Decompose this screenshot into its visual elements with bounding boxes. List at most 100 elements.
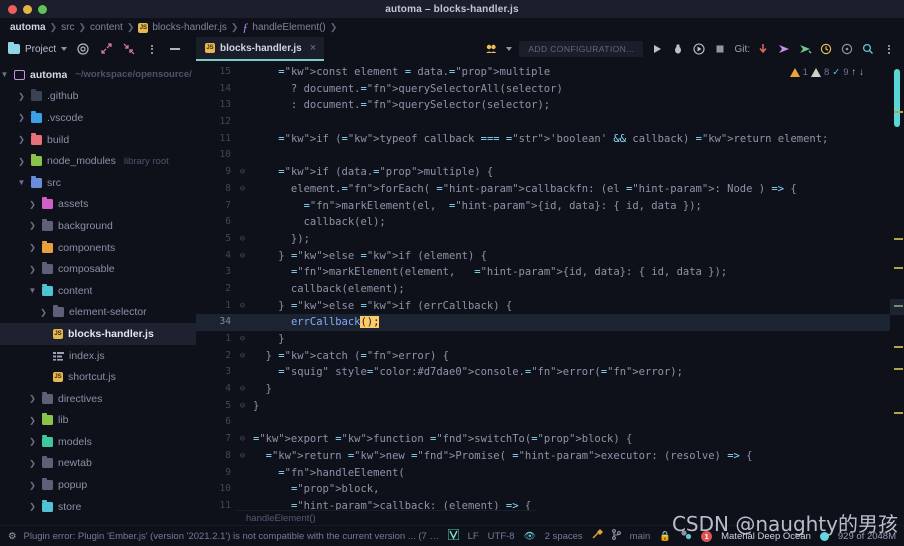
line-number[interactable]: 5 — [196, 398, 236, 415]
run-configuration-selector[interactable]: ADD CONFIGURATION... — [519, 41, 644, 57]
line-number[interactable]: 14 — [196, 81, 236, 98]
editor-scrollbar[interactable] — [890, 61, 904, 525]
hide-panel-icon[interactable] — [168, 42, 182, 56]
code-line[interactable]: ="kw">export ="kw">function ="fnd">switc… — [249, 431, 890, 448]
chevron-down-icon[interactable]: ▼ — [28, 286, 37, 295]
code-line[interactable]: ="squig" style="color:#d7dae0">console.=… — [249, 364, 890, 381]
code-line[interactable]: ? document.="fn">querySelectorAll(select… — [249, 81, 890, 98]
chevron-down-icon[interactable]: ▼ — [17, 178, 26, 187]
line-number[interactable]: 7 — [196, 431, 236, 448]
code-line[interactable]: } ="kw">catch (="fn">error) { — [249, 348, 890, 365]
chevron-down-icon[interactable] — [506, 47, 513, 51]
tree-item--vscode[interactable]: ❯ .vscode — [0, 107, 196, 129]
code-line[interactable]: ="kw">if (data.="prop">multiple) { — [249, 164, 890, 181]
tree-item-popup[interactable]: ❯ popup — [0, 474, 196, 496]
line-number[interactable]: 9 — [196, 465, 236, 482]
code-line[interactable]: ="fn">markElement(element, ="hint-param"… — [249, 264, 890, 281]
line-number[interactable]: 12 — [196, 114, 236, 131]
code-line[interactable]: ="fn">handleElement( — [249, 465, 890, 482]
chevron-down-icon[interactable]: ▼ — [0, 70, 9, 79]
line-number[interactable]: 10 — [196, 481, 236, 498]
line-number[interactable]: 4 — [196, 381, 236, 398]
line-number[interactable]: 6 — [196, 214, 236, 231]
breadcrumb-item-function[interactable]: ƒ handleElement() — [242, 20, 325, 35]
fold-toggle-icon[interactable]: ⊖ — [236, 381, 249, 398]
line-number[interactable]: 5 — [196, 231, 236, 248]
chevron-right-icon[interactable]: ❯ — [17, 92, 26, 101]
debug-icon[interactable] — [671, 42, 685, 56]
code-line[interactable]: } ="kw">else ="kw">if (errCallback) { — [249, 298, 890, 315]
wrench-icon[interactable] — [592, 529, 603, 543]
run-with-coverage-icon[interactable] — [692, 42, 706, 56]
search-everywhere-icon[interactable] — [861, 42, 875, 56]
scrollbar-thumb[interactable] — [894, 69, 900, 127]
tree-item-element-selector[interactable]: ❯ element-selector — [0, 302, 196, 324]
notification-badge[interactable]: 1 — [701, 530, 713, 542]
line-number[interactable]: 2 — [196, 281, 236, 298]
chevron-right-icon[interactable]: ❯ — [28, 243, 37, 252]
fold-toggle-icon[interactable]: ⊖ — [236, 248, 249, 265]
more-vertical-icon[interactable] — [882, 42, 896, 56]
code-line[interactable] — [249, 414, 890, 431]
close-window-button[interactable] — [8, 4, 17, 14]
chevron-right-icon[interactable]: ❯ — [28, 437, 37, 446]
minimize-window-button[interactable] — [23, 4, 32, 14]
project-view-selector[interactable]: Project — [8, 42, 68, 55]
code-line[interactable]: ="kw">return ="kw">new ="fnd">Promise( =… — [249, 448, 890, 465]
chevron-right-icon[interactable]: ❯ — [39, 308, 48, 317]
code-line[interactable]: } ="kw">else ="kw">if (element) { — [249, 248, 890, 265]
close-tab-icon[interactable]: × — [310, 42, 316, 54]
profiles-icon[interactable] — [485, 42, 499, 56]
tab-blocks-handler[interactable]: JS blocks-handler.js × — [196, 37, 325, 61]
zoom-window-button[interactable] — [38, 4, 47, 14]
chevron-right-icon[interactable]: ❯ — [17, 157, 26, 166]
code-line[interactable]: }); — [249, 231, 890, 248]
tree-item-content[interactable]: ▼ content — [0, 280, 196, 302]
line-number[interactable]: 15 — [196, 64, 236, 81]
tree-item-shortcut-js[interactable]: ❯JSshortcut.js — [0, 366, 196, 388]
chevron-right-icon[interactable]: ❯ — [28, 265, 37, 274]
tree-item-store[interactable]: ❯ store — [0, 496, 196, 518]
code-line[interactable]: ="fn">markElement(el, ="hint-param">{id,… — [249, 198, 890, 215]
tree-item-blocks-handler-js[interactable]: ❯JSblocks-handler.js — [0, 323, 196, 345]
chevron-right-icon[interactable]: ❯ — [17, 113, 26, 122]
expand-all-icon[interactable] — [99, 42, 113, 56]
chevron-right-icon[interactable]: ❯ — [28, 459, 37, 468]
code-line[interactable] — [249, 147, 890, 164]
history-icon[interactable] — [819, 42, 833, 56]
chevron-right-icon[interactable]: ❯ — [28, 221, 37, 230]
tree-item-src[interactable]: ▼ src — [0, 172, 196, 194]
status-message[interactable]: Plugin error: Plugin 'Ember.js' (version… — [24, 531, 440, 542]
line-number[interactable]: 13 — [196, 97, 236, 114]
more-options-icon[interactable] — [145, 42, 159, 56]
code-content[interactable]: ="kw">const element = data.="prop">multi… — [249, 61, 890, 525]
line-number[interactable]: 1 — [196, 331, 236, 348]
collapse-all-icon[interactable] — [122, 42, 136, 56]
line-number[interactable]: 8 — [196, 448, 236, 465]
code-line[interactable]: } — [249, 331, 890, 348]
code-line[interactable]: callback(el); — [249, 214, 890, 231]
commit-icon[interactable] — [777, 42, 791, 56]
stop-icon[interactable] — [713, 42, 727, 56]
project-tree[interactable]: ▼ automa ~/workspace/opensource/ ❯ .githu… — [0, 61, 196, 525]
inspections-widget[interactable]: 1 8 ✓ 9 ↑ ↓ — [789, 67, 864, 78]
eye-icon[interactable]: 👁 — [524, 531, 536, 542]
tree-item-directives[interactable]: ❯ directives — [0, 388, 196, 410]
line-number[interactable]: 4 — [196, 248, 236, 265]
line-number[interactable]: 11 — [196, 498, 236, 515]
tree-item-newtab[interactable]: ❯ newtab — [0, 453, 196, 475]
line-number[interactable]: 3 — [196, 264, 236, 281]
code-line[interactable]: ="prop">block, — [249, 481, 890, 498]
tree-item-build[interactable]: ❯ build — [0, 129, 196, 151]
indent-status[interactable]: 2 spaces — [545, 531, 583, 542]
fold-toggle-icon[interactable]: ⊖ — [236, 448, 249, 465]
fold-toggle-icon[interactable]: ⊖ — [236, 181, 249, 198]
code-line[interactable]: } — [249, 398, 890, 415]
tree-item-assets[interactable]: ❯ assets — [0, 194, 196, 216]
update-project-icon[interactable] — [756, 42, 770, 56]
line-number[interactable]: 9 — [196, 164, 236, 181]
target-locate-icon[interactable] — [76, 42, 90, 56]
window-controls[interactable] — [8, 4, 47, 14]
breadcrumb-item-project[interactable]: automa — [10, 22, 46, 33]
theme-status[interactable]: Material Deep Ocean — [721, 531, 811, 542]
